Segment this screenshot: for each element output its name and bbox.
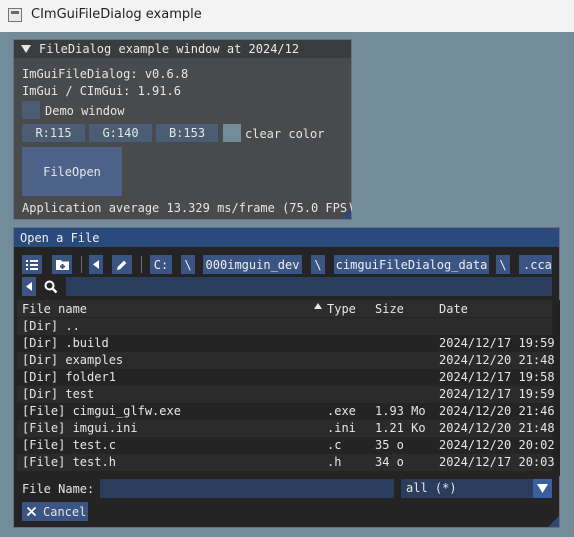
version-text: ImGuiFileDialog: v0.6.8 [22,67,189,81]
search-back-button[interactable] [22,277,36,296]
file-type-cell: .h [327,455,342,469]
example-window-title-bar[interactable]: FileDialog example window at 2024/12 [14,40,351,58]
search-icon [44,280,58,294]
file-date-cell: 2024/12/20 21:48 [439,421,555,435]
color-b-field[interactable]: B:153 [156,124,218,142]
path-segment[interactable]: 000imguin_dev [203,255,302,274]
resize-grip[interactable] [340,208,351,219]
file-name-input[interactable] [100,479,394,498]
column-header-name[interactable]: File name [22,302,87,316]
file-row[interactable]: [Dir] examples 2024/12/20 21:48 [17,352,555,369]
file-dialog-window: Open a File C: \ 000imguin_dev \ cimguiF… [13,227,560,528]
file-name-cell: [File] imgui.ini [22,421,138,435]
file-row[interactable]: [File] cimgui_glfw.exe .exe 1.93 Mo 2024/12… [17,403,555,420]
file-name-cell: [Dir] folder1 [22,370,116,384]
sort-ascending-icon[interactable] [314,303,322,309]
file-name-label: File Name: [22,482,95,496]
app-icon [8,8,22,22]
example-window: FileDialog example window at 2024/12 ImG… [13,39,355,220]
edit-path-button[interactable] [112,255,132,274]
file-date-cell: 2024/12/20 20:02 [439,438,555,452]
color-r-field[interactable]: R:115 [22,124,85,142]
file-row[interactable]: [File] test.h .h 34 o 2024/12/17 20:03 [17,454,555,471]
list-view-button[interactable] [22,255,42,274]
file-row[interactable]: [File] test.c .c 35 o 2024/12/20 20:02 [17,437,555,454]
caret-left-icon [26,282,32,291]
path-separator-button[interactable]: \ [181,255,195,274]
file-name-cell: [Dir] examples [22,353,124,367]
filter-dropdown-button[interactable] [533,479,552,498]
toolbar-separator [81,256,82,273]
file-type-cell: .c [327,438,342,452]
file-row[interactable]: [Dir] folder1 2024/12/17 19:58 [17,369,555,386]
fps-text: Application average 13.329 ms/frame (75.… [22,201,355,215]
new-folder-icon [55,260,69,270]
file-size-cell: 1.93 Mo [375,404,426,418]
resize-grip[interactable] [548,516,559,527]
file-list-scrollbar[interactable] [554,300,560,476]
file-open-button[interactable]: FileOpen [22,147,122,196]
file-size-cell: 35 o [375,438,404,452]
file-name-cell: [File] test.c [22,438,116,452]
chevron-down-icon [537,484,548,493]
column-header-date[interactable]: Date [439,302,468,316]
path-segment-drive[interactable]: C: [150,255,172,274]
file-date-cell: 2024/12/17 19:58 [439,370,555,384]
file-table-header: File name Type Size Date [17,300,552,317]
file-dialog-title: Open a File [20,231,100,245]
pencil-icon [117,260,127,270]
column-header-type[interactable]: Type [327,302,356,316]
column-header-size[interactable]: Size [375,302,404,316]
path-back-button[interactable] [89,255,103,274]
file-date-cell: 2024/12/17 20:03 [439,455,555,469]
file-date-cell: 2024/12/20 21:48 [439,353,555,367]
demo-window-checkbox[interactable] [22,101,40,119]
demo-window-label: Demo window [45,104,125,118]
file-row[interactable]: [File] imgui.ini .ini 1.21 Ko 2024/12/20 21… [17,420,555,437]
path-segment[interactable]: cimguiFileDialog_data [334,255,489,274]
clear-color-label: clear color [245,127,325,141]
file-name-cell: [Dir] .. [22,319,80,333]
file-size-cell: 34 o [375,455,404,469]
file-name-cell: [File] test.h [22,455,116,469]
file-name-cell: [Dir] test [22,387,95,401]
file-date-cell: 2024/12/17 19:59 [439,387,555,401]
color-g-field[interactable]: G:140 [89,124,152,142]
caret-left-icon [93,260,99,269]
clear-color-swatch[interactable] [223,124,241,142]
file-row[interactable]: [Dir] .build 2024/12/17 19:59 [17,335,555,352]
imgui-version-text: ImGui / CImGui: 1.91.6 [22,84,181,98]
file-name-cell: [File] cimgui_glfw.exe [22,404,181,418]
file-type-cell: .exe [327,404,356,418]
os-title-bar: CImGuiFileDialog example [0,0,574,32]
file-filter-select[interactable]: all (*) [401,479,552,498]
file-filter-value: all (*) [406,481,457,495]
file-row[interactable]: [Dir] .. [17,318,552,335]
file-name-cell: [Dir] .build [22,336,109,350]
cancel-button[interactable]: Cancel [22,502,88,521]
path-separator-button[interactable]: \ [496,255,510,274]
search-input[interactable] [66,277,552,296]
close-icon [27,507,36,516]
toolbar-separator [141,256,142,273]
file-row[interactable]: [Dir] test 2024/12/17 19:59 [17,386,555,403]
path-separator-button[interactable]: \ [311,255,325,274]
new-folder-button[interactable] [52,255,72,274]
path-segment[interactable]: .cca [519,255,552,274]
example-window-title: FileDialog example window at 2024/12 [39,42,300,56]
file-size-cell: 1.21 Ko [375,421,426,435]
collapse-arrow-icon[interactable] [21,45,31,53]
file-type-cell: .ini [327,421,356,435]
file-date-cell: 2024/12/17 19:59 [439,336,555,350]
list-icon [26,259,38,270]
file-dialog-title-bar[interactable]: Open a File [14,228,559,247]
os-window-title: CImGuiFileDialog example [31,7,202,22]
file-date-cell: 2024/12/20 21:46 [439,404,555,418]
